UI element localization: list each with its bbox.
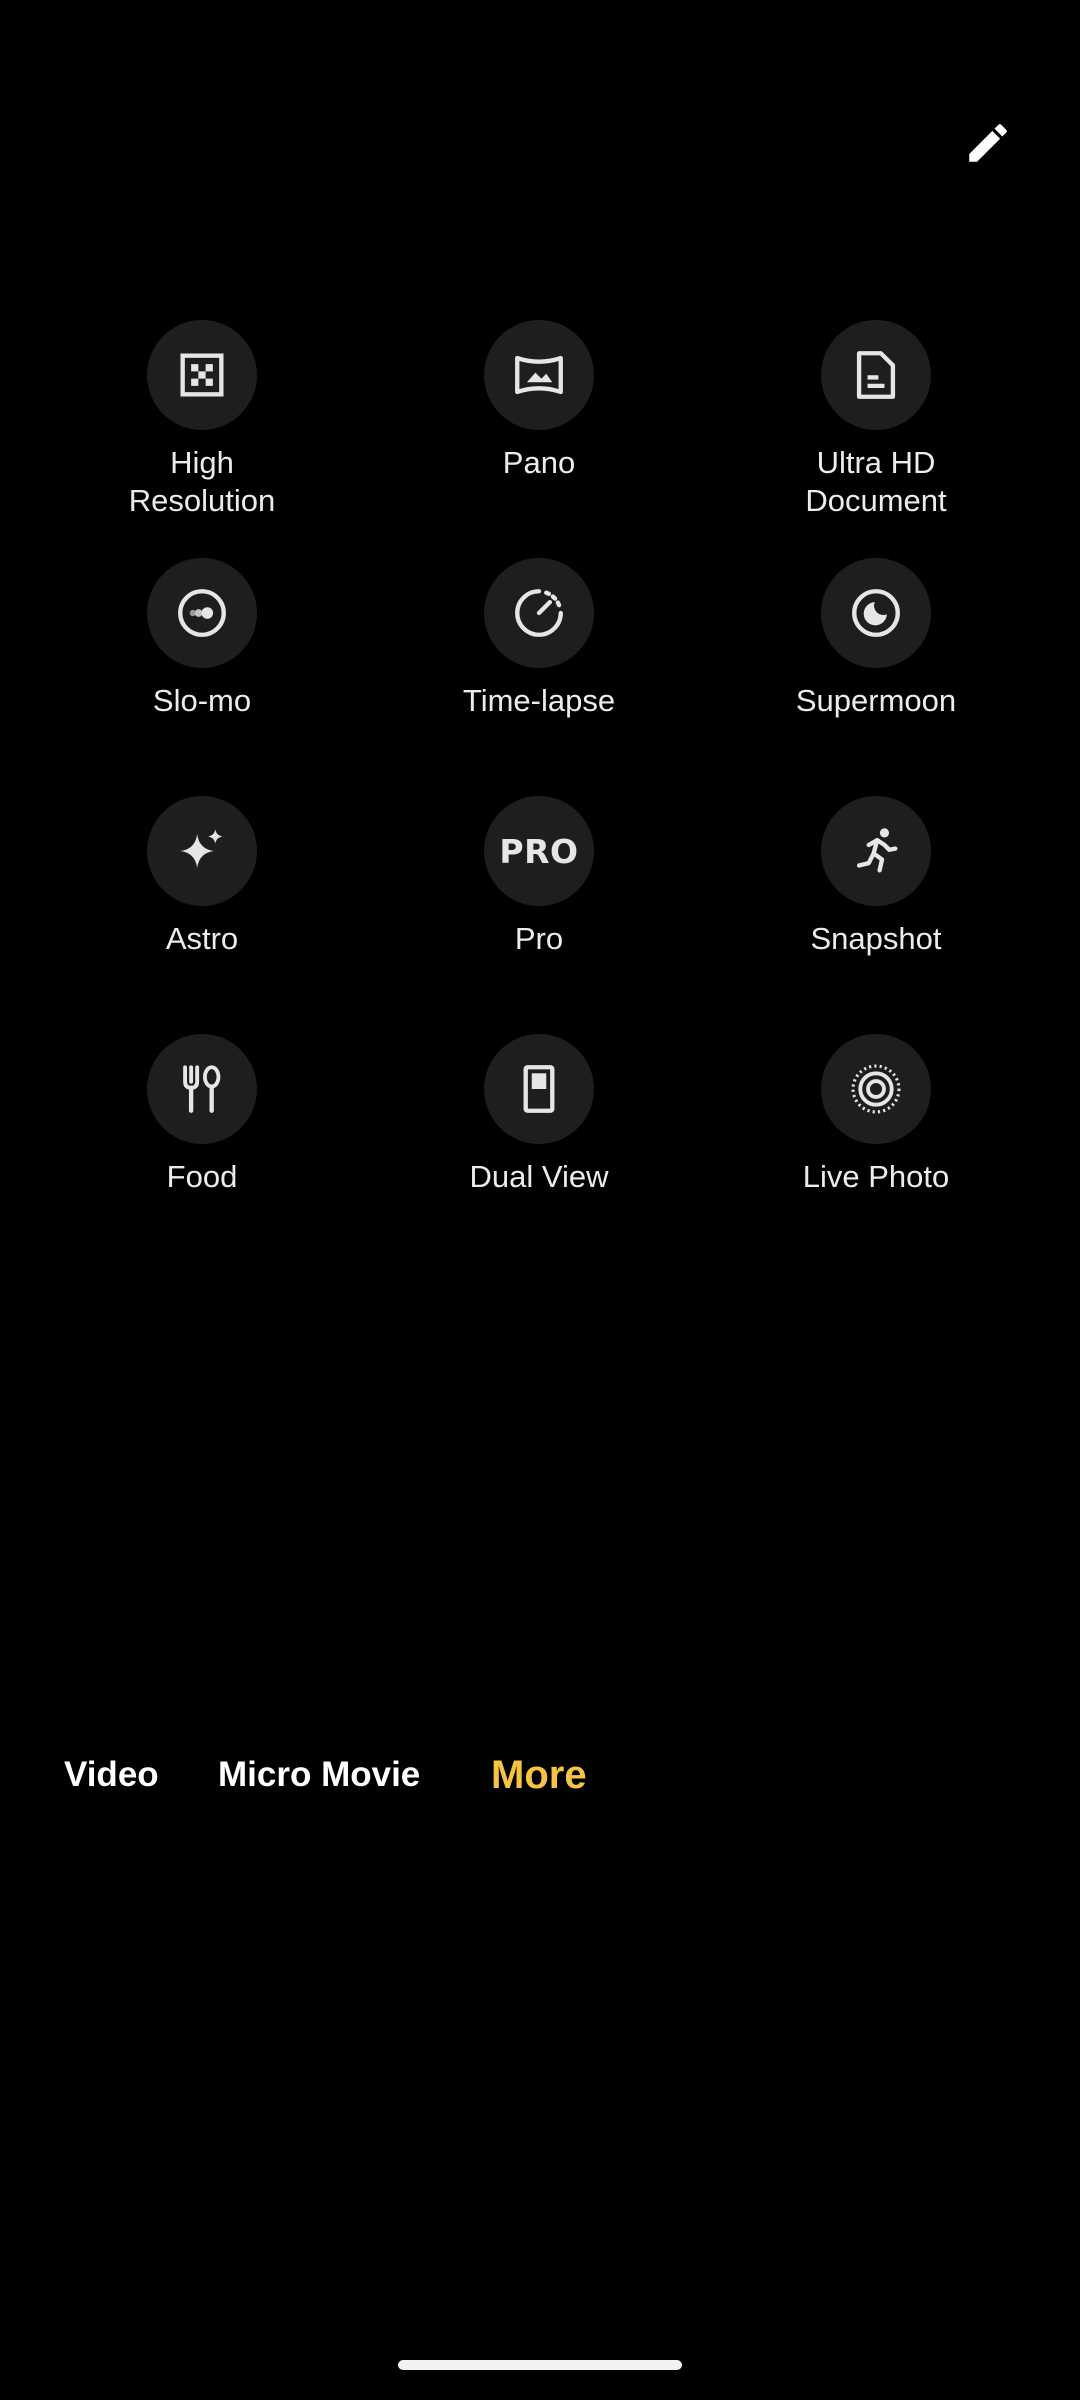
mode-icon-button[interactable] [821,320,931,430]
edit-button[interactable] [950,105,1026,181]
mode-row: High Resolution Pano Ultra HD Document [0,320,1080,558]
mode-food[interactable]: Food [62,1034,342,1196]
mode-slo-mo[interactable]: Slo-mo [62,558,342,720]
dual-view-icon [523,1065,555,1113]
mode-label: High Resolution [128,445,276,518]
mode-label: Supermoon [795,683,957,718]
fork-spoon-icon [183,1065,221,1113]
mode-icon-button[interactable] [821,558,931,668]
mode-icon-button[interactable] [147,558,257,668]
mode-row: Food Dual View Live Photo [0,1034,1080,1272]
pano-icon [515,355,563,395]
document-icon [856,351,896,399]
mode-pro[interactable]: PRO Pro [399,796,679,958]
mode-live-photo[interactable]: Live Photo [736,1034,1016,1196]
mode-label: Time-lapse [462,683,616,718]
mode-icon-button[interactable] [147,796,257,906]
mode-icon-button[interactable] [821,1034,931,1144]
pro-icon: PRO [499,831,579,871]
mode-tab-micro-movie[interactable]: Micro Movie [218,1750,420,1800]
sparkle-icon [180,829,223,868]
mode-time-lapse[interactable]: Time-lapse [399,558,679,720]
supermoon-icon [852,589,900,637]
mode-tab-more[interactable]: More [491,1750,587,1800]
mode-row: Astro PRO Pro Snapshot [0,796,1080,1034]
mode-grid: High Resolution Pano Ultra HD Document S… [0,320,1080,1272]
live-photo-icon [851,1064,901,1114]
mode-supermoon[interactable]: Supermoon [736,558,1016,720]
mode-label: Live Photo [802,1159,950,1194]
slo-mo-icon [178,589,226,637]
mode-bar: Video Micro Movie More [0,1750,1080,1800]
mode-tab-video[interactable]: Video [64,1750,159,1800]
mode-label: Ultra HD Document [805,445,947,518]
home-indicator[interactable] [398,2360,682,2370]
high-resolution-icon [180,353,224,397]
mode-row: Slo-mo Time-lapse Supermoon [0,558,1080,796]
mode-label: Pro [514,921,564,956]
mode-label: Slo-mo [152,683,252,718]
mode-label: Dual View [469,1159,609,1194]
mode-icon-button[interactable] [147,1034,257,1144]
time-lapse-icon [515,589,563,637]
mode-label: Snapshot [810,921,942,956]
mode-label: Pano [502,445,576,480]
mode-pano[interactable]: Pano [399,320,679,482]
pencil-icon [969,124,1007,162]
running-person-icon [856,828,898,873]
mode-label: Food [166,1159,238,1194]
mode-dual-view[interactable]: Dual View [399,1034,679,1196]
mode-icon-button[interactable] [821,796,931,906]
mode-icon-button[interactable] [147,320,257,430]
mode-icon-button[interactable]: PRO [484,796,594,906]
mode-icon-button[interactable] [484,558,594,668]
mode-snapshot[interactable]: Snapshot [736,796,1016,958]
mode-label: Astro [165,921,239,956]
mode-icon-button[interactable] [484,320,594,430]
mode-high-resolution[interactable]: High Resolution [62,320,342,520]
mode-astro[interactable]: Astro [62,796,342,958]
mode-ultra-hd-document[interactable]: Ultra HD Document [736,320,1016,520]
mode-icon-button[interactable] [484,1034,594,1144]
